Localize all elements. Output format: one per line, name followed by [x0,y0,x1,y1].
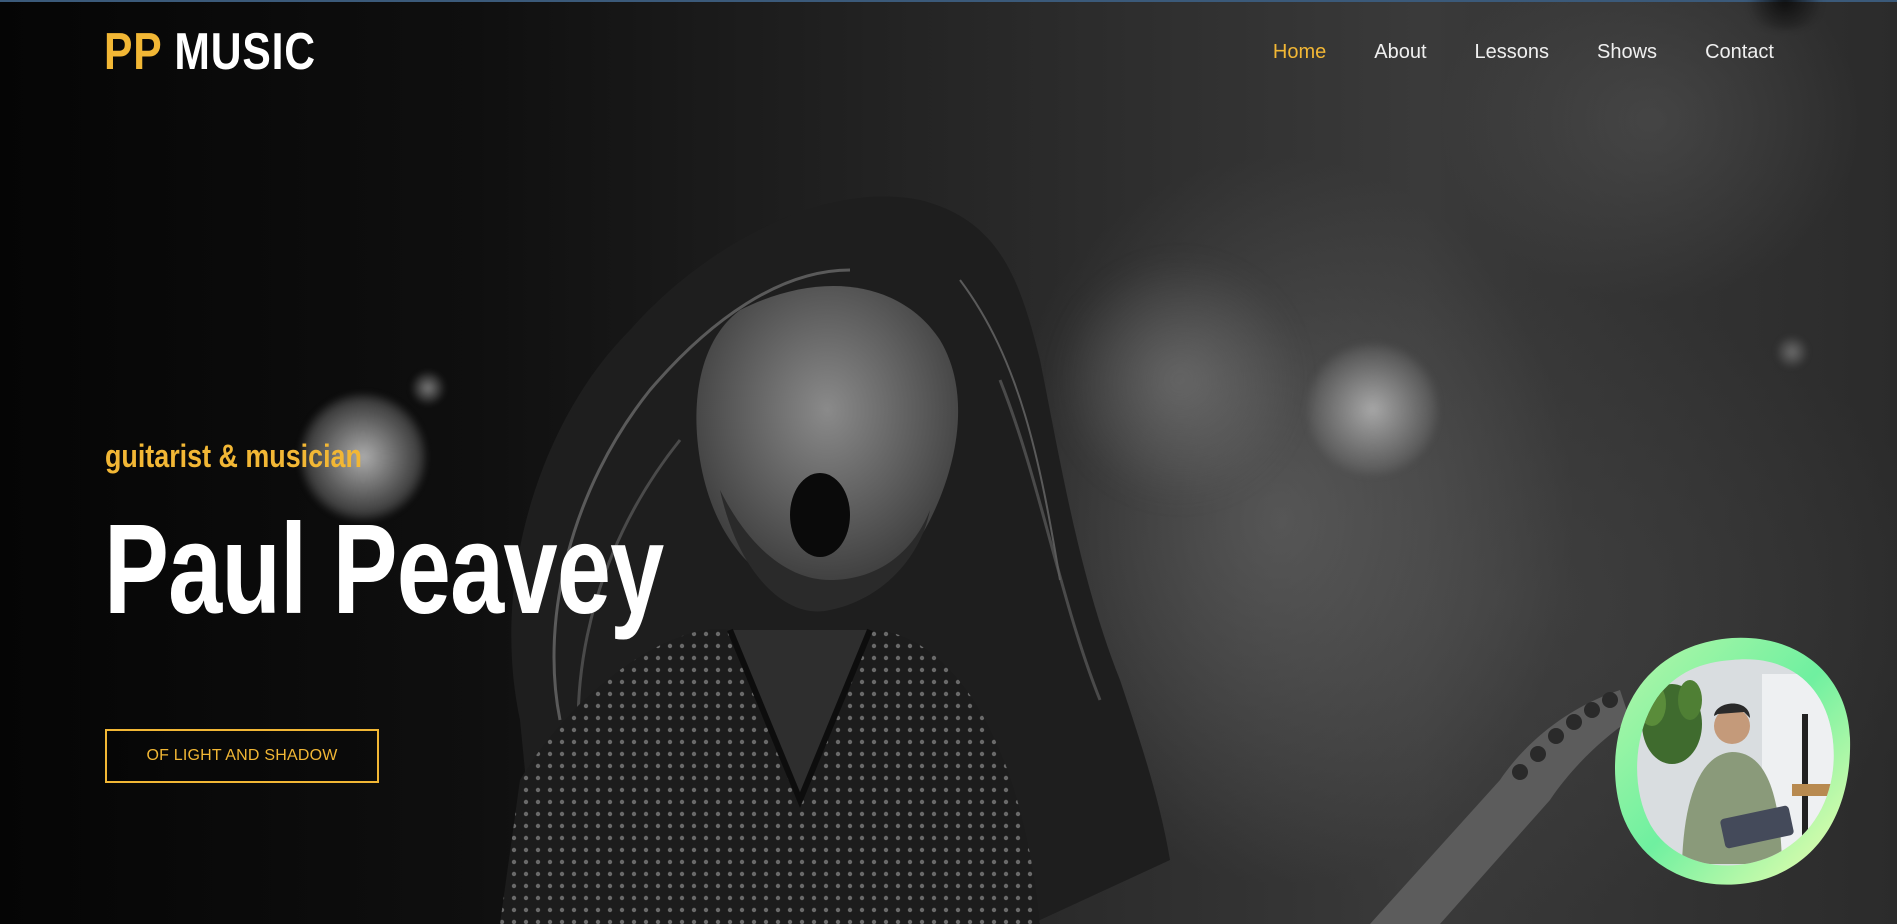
nav-lessons[interactable]: Lessons [1475,40,1550,64]
site-logo[interactable]: PP MUSIC [104,24,316,80]
stage-light [1740,0,1830,30]
hero-name: Paul Peavey [104,498,664,641]
guitar-headstock [1370,690,1630,924]
cta-button[interactable]: OF LIGHT AND SHADOW [105,729,379,783]
main-nav: Home About Lessons Shows Contact [1225,40,1774,64]
stage-light [1775,335,1809,369]
logo-word: MUSIC [174,23,316,81]
nav-contact[interactable]: Contact [1705,40,1774,64]
hero-section: PP MUSIC Home About Lessons Shows Contac… [0,0,1897,924]
stage-light [1305,342,1440,477]
logo-initials: PP [104,23,162,81]
nav-home[interactable]: Home [1273,40,1326,64]
nav-about[interactable]: About [1374,40,1426,64]
top-border [0,0,1897,2]
video-bubble[interactable] [1612,634,1852,886]
hero-tagline: guitarist & musician [105,438,362,474]
nav-shows[interactable]: Shows [1597,40,1657,64]
